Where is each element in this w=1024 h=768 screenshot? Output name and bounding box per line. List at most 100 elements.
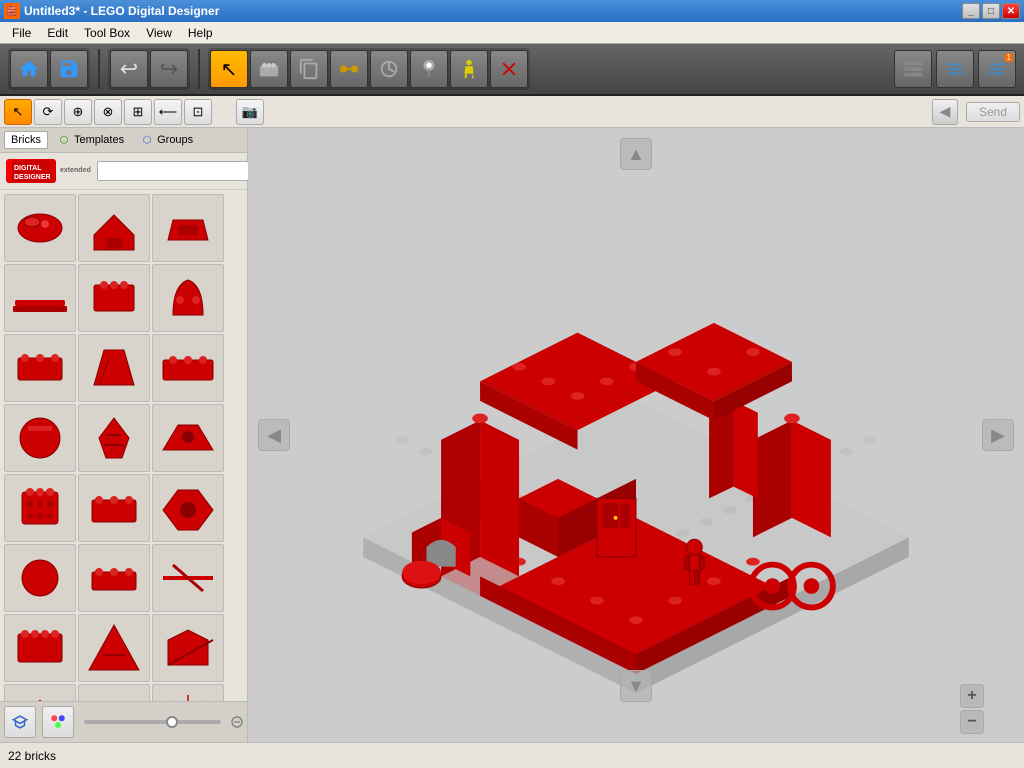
menu-edit[interactable]: Edit bbox=[39, 24, 76, 42]
titlebar-controls[interactable]: _ □ ✕ bbox=[962, 3, 1020, 19]
lego-logo: DIGITAL DESIGNER bbox=[6, 159, 56, 183]
tab-bricks[interactable]: Bricks bbox=[4, 131, 48, 149]
brick-row bbox=[4, 614, 243, 682]
brick-row bbox=[4, 474, 243, 542]
brick-item[interactable] bbox=[78, 264, 150, 332]
brick-item[interactable] bbox=[152, 194, 224, 262]
tab-templates[interactable]: ⬡ Templates bbox=[50, 130, 131, 150]
t2-camera-button[interactable]: 📷 bbox=[236, 99, 264, 125]
maximize-button[interactable]: □ bbox=[982, 3, 1000, 19]
add-brick-button[interactable] bbox=[250, 50, 288, 88]
minifig-button[interactable] bbox=[450, 50, 488, 88]
brick-row bbox=[4, 684, 243, 701]
nav-right-button[interactable]: ▶ bbox=[982, 419, 1014, 451]
t2-movexy-button[interactable]: ⊕ bbox=[64, 99, 92, 125]
minimize-button[interactable]: _ bbox=[962, 3, 980, 19]
nav-left-button[interactable]: ◀ bbox=[258, 419, 290, 451]
connect-button[interactable] bbox=[330, 50, 368, 88]
close-button[interactable]: ✕ bbox=[1002, 3, 1020, 19]
menubar: File Edit Tool Box View Help bbox=[0, 22, 1024, 44]
right-tools: 1 bbox=[894, 50, 1016, 88]
main-toolbar: ↩ ↪ ↖ bbox=[0, 44, 1024, 96]
undo-button[interactable]: ↩ bbox=[110, 50, 148, 88]
brick-item[interactable] bbox=[4, 194, 76, 262]
nav-back-button[interactable]: ◀ bbox=[932, 99, 958, 125]
statusbar: 22 bricks bbox=[0, 742, 1024, 768]
tab-templates-label: Templates bbox=[74, 134, 124, 146]
t2-hinge-button[interactable]: ⊡ bbox=[184, 99, 212, 125]
brick-item[interactable] bbox=[78, 684, 150, 701]
templates-icon: ⬡ bbox=[57, 133, 71, 147]
brick-item[interactable] bbox=[4, 334, 76, 402]
sidebar-search: DIGITAL DESIGNER extended ◀◀ bbox=[0, 153, 247, 190]
menu-view[interactable]: View bbox=[138, 24, 180, 42]
nav-up-button[interactable]: ▲ bbox=[620, 138, 652, 170]
clone-button[interactable] bbox=[290, 50, 328, 88]
brick-row bbox=[4, 194, 243, 262]
window-title: Untitled3* - LEGO Digital Designer bbox=[24, 4, 219, 18]
t2-flex-button[interactable]: ⟵ bbox=[154, 99, 182, 125]
canvas-area[interactable]: ▲ ◀ ▶ ▼ bbox=[248, 128, 1024, 742]
send-button[interactable]: Send bbox=[966, 102, 1020, 122]
brick-item[interactable] bbox=[152, 684, 224, 701]
app-icon: 🧱 bbox=[4, 3, 20, 19]
zoom-in-button[interactable]: + bbox=[960, 684, 984, 708]
zoom-controls: + − bbox=[960, 684, 984, 734]
paint-button[interactable] bbox=[410, 50, 448, 88]
menu-file[interactable]: File bbox=[4, 24, 39, 42]
zoom-thumb[interactable] bbox=[166, 716, 178, 728]
brick-row bbox=[4, 544, 243, 612]
brick-item[interactable] bbox=[152, 334, 224, 402]
brick-item[interactable] bbox=[78, 614, 150, 682]
tab-groups[interactable]: ⬡ Groups bbox=[133, 130, 200, 150]
brick-item[interactable] bbox=[152, 474, 224, 542]
brick-item[interactable] bbox=[78, 334, 150, 402]
sidebar: Bricks ⬡ Templates ⬡ Groups DIGITAL DESI… bbox=[0, 128, 248, 742]
view-options-button[interactable]: 1 bbox=[978, 50, 1016, 88]
brick-search-input[interactable] bbox=[97, 161, 249, 181]
color-picker-button[interactable] bbox=[42, 706, 74, 738]
brick-row bbox=[4, 264, 243, 332]
redo-button[interactable]: ↪ bbox=[150, 50, 188, 88]
brick-item[interactable] bbox=[152, 264, 224, 332]
lego-3d-scene bbox=[248, 128, 1024, 742]
t2-movez-button[interactable]: ⊗ bbox=[94, 99, 122, 125]
t2-pointer-button[interactable]: ↖ bbox=[4, 99, 32, 125]
view-instructions-button[interactable] bbox=[936, 50, 974, 88]
brick-item[interactable] bbox=[4, 614, 76, 682]
menu-toolbox[interactable]: Tool Box bbox=[76, 24, 138, 42]
save-button[interactable] bbox=[50, 50, 88, 88]
scene-view-button[interactable] bbox=[4, 706, 36, 738]
secondary-toolbar: ↖ ⟳ ⊕ ⊗ ⊞ ⟵ ⊡ 📷 ◀ Send bbox=[0, 96, 1024, 128]
svg-text:DESIGNER: DESIGNER bbox=[14, 174, 50, 181]
brick-item[interactable] bbox=[78, 474, 150, 542]
zoom-out-icon bbox=[231, 716, 243, 728]
brick-item[interactable] bbox=[78, 194, 150, 262]
hinge-button[interactable] bbox=[370, 50, 408, 88]
t2-clone-button[interactable]: ⊞ bbox=[124, 99, 152, 125]
brick-row bbox=[4, 334, 243, 402]
t2-right-area: ◀ Send bbox=[932, 99, 1020, 125]
brick-item[interactable] bbox=[78, 544, 150, 612]
delete-button[interactable] bbox=[490, 50, 528, 88]
nav-tools bbox=[8, 48, 90, 90]
zoom-out-button[interactable]: − bbox=[960, 710, 984, 734]
brick-item[interactable] bbox=[152, 614, 224, 682]
menu-help[interactable]: Help bbox=[180, 24, 221, 42]
titlebar: 🧱 Untitled3* - LEGO Digital Designer _ □… bbox=[0, 0, 1024, 22]
brick-row bbox=[4, 404, 243, 472]
home-button[interactable] bbox=[10, 50, 48, 88]
nav-down-button[interactable]: ▼ bbox=[620, 670, 652, 702]
brick-item[interactable] bbox=[4, 684, 76, 701]
t2-rotate-button[interactable]: ⟳ bbox=[34, 99, 62, 125]
brick-item[interactable] bbox=[4, 544, 76, 612]
brick-item[interactable] bbox=[152, 544, 224, 612]
brick-item[interactable] bbox=[4, 404, 76, 472]
brick-item[interactable] bbox=[152, 404, 224, 472]
zoom-slider[interactable] bbox=[84, 720, 221, 724]
view-build-button[interactable] bbox=[894, 50, 932, 88]
brick-item[interactable] bbox=[78, 404, 150, 472]
brick-item[interactable] bbox=[4, 474, 76, 542]
select-tool-button[interactable]: ↖ bbox=[210, 50, 248, 88]
brick-item[interactable] bbox=[4, 264, 76, 332]
